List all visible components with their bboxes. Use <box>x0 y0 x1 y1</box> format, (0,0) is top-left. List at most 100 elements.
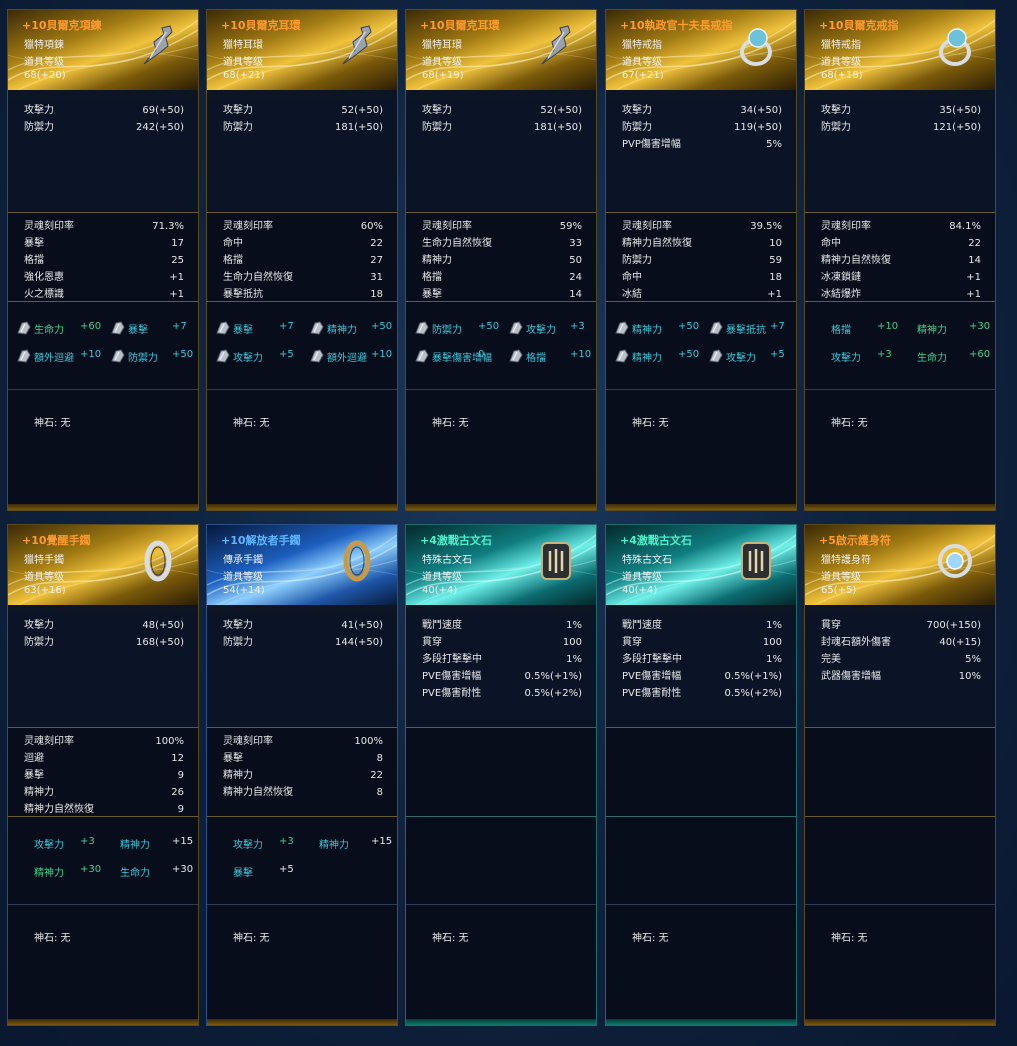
stat-value: 0.5%(+2%) <box>524 688 582 699</box>
soul-stat-value: 84.1% <box>949 221 981 232</box>
enchant-stat-value: +10 <box>80 349 102 360</box>
soul-stat-name: 精神力自然恢復 <box>622 238 692 249</box>
equipment-card[interactable]: +10貝爾克耳環 獵特耳環 道具等级 68(+21) 攻擊力 52(+50) 防禦力 181(… <box>206 9 398 511</box>
enchant-stat-value: +7 <box>770 321 785 332</box>
equipment-card[interactable]: +10貝爾克項鍊 獵特項鍊 道具等级 68(+20) 攻擊力 69(+50) 防禦力 242(… <box>7 9 199 511</box>
god-stone-label: 神石: 无 <box>632 418 669 429</box>
equipment-card[interactable]: +10執政官十夫長戒指 獵特戒指 道具等级 67(+21) 攻擊力 34(+50) 防禦力 1… <box>605 9 797 511</box>
stat-row: 防禦力 144(+50) <box>207 634 397 651</box>
equipment-card[interactable]: +4激戰古文石 特殊古文石 道具等级 40(+4) 戰鬥速度 1% 貫穿 100 多段打擊擊中 1… <box>605 524 797 1026</box>
card-footer-bar <box>207 504 397 510</box>
enchant-stones-section <box>805 817 995 905</box>
enchant-stones-section <box>606 817 796 905</box>
item-type: 獵特戒指 <box>821 40 861 51</box>
stat-value: 1% <box>566 620 582 631</box>
enchant-stat-name: 精神力 <box>34 868 64 879</box>
basic-stats-section: 攻擊力 35(+50) 防禦力 121(+50) <box>805 98 995 213</box>
soul-stat-name: 暴擊 <box>24 770 44 781</box>
header-divider <box>207 605 397 613</box>
soul-stat-row: 精神力 26 <box>8 784 198 801</box>
stat-name: 防禦力 <box>821 122 851 133</box>
soul-stat-row: 冰結 +1 <box>606 286 796 303</box>
soul-stat-value: +1 <box>169 272 184 283</box>
stat-name: 貫穿 <box>821 620 841 631</box>
soul-stat-name: 強化恩惠 <box>24 272 64 283</box>
enchant-stat-value: +30 <box>80 864 102 875</box>
enchant-stones-section: 防禦力 +50 攻擊力 +3 暴擊傷害增幅 0 格擋 +10 <box>406 302 596 390</box>
stat-name: 完美 <box>821 654 841 665</box>
item-name: +10執政官十夫長戒指 <box>620 19 733 32</box>
enchant-stone-icon <box>509 321 523 335</box>
soul-stat-value: 71.3% <box>152 221 184 232</box>
item-level-label: 道具等级 <box>622 57 662 68</box>
enchant-stones-section: 精神力 +50 暴擊抵抗 +7 精神力 +50 攻擊力 +5 <box>606 302 796 390</box>
stat-name: 攻擊力 <box>422 105 452 116</box>
equipment-card[interactable]: +5啟示護身符 獵特護身符 道具等级 65(+5) 貫穿 700(+150) 封魂石額外傷害… <box>804 524 996 1026</box>
soul-stat-value: 9 <box>177 770 184 781</box>
item-level-value: 40(+4) <box>422 585 458 596</box>
equipment-card[interactable]: +10覺醒手鐲 獵特手鐲 道具等级 63(+16) 攻擊力 48(+50) 防禦力 168(+… <box>7 524 199 1026</box>
enchant-stone-icon <box>216 349 230 363</box>
soul-stat-row: 命中 22 <box>207 235 397 252</box>
stat-name: PVE傷害增幅 <box>422 671 482 682</box>
stat-row: 貫穿 700(+150) <box>805 617 995 634</box>
item-header: +10執政官十夫長戒指 獵特戒指 道具等级 67(+21) <box>606 10 796 90</box>
item-name: +10貝爾克耳環 <box>221 19 301 32</box>
enchant-stat-value: +10 <box>877 321 899 332</box>
god-stone-section: 神石: 无 <box>8 390 198 510</box>
enchant-stat-name: 格擋 <box>526 353 546 364</box>
enchant-stat-name: 精神力 <box>120 840 150 851</box>
god-stone-section: 神石: 无 <box>406 390 596 510</box>
equipment-card[interactable]: +10解放者手鐲 傳承手鐲 道具等级 54(+14) 攻擊力 41(+50) 防禦力 144(… <box>206 524 398 1026</box>
rune-stone-icon <box>541 542 571 580</box>
enchant-stat-value: +5 <box>770 349 785 360</box>
enchant-stat-value: +30 <box>969 321 991 332</box>
enchant-stat-name: 防禦力 <box>128 353 158 364</box>
stat-row: PVE傷害增幅 0.5%(+1%) <box>406 668 596 685</box>
enchant-stone-icon <box>709 349 723 363</box>
soul-stat-name: 灵魂刻印率 <box>24 221 74 232</box>
stat-name: PVE傷害增幅 <box>622 671 682 682</box>
enchant-stat-name: 精神力 <box>632 325 662 336</box>
soul-stat-name: 灵魂刻印率 <box>223 221 273 232</box>
stat-row: 武器傷害增幅 10% <box>805 668 995 685</box>
enchant-stones-section: 生命力 +60 暴擊 +7 額外迴避 +10 防禦力 +50 <box>8 302 198 390</box>
god-stone-label: 神石: 无 <box>831 418 868 429</box>
equipment-card[interactable]: +4激戰古文石 特殊古文石 道具等级 40(+4) 戰鬥速度 1% 貫穿 100 多段打擊擊中 1… <box>405 524 597 1026</box>
soul-stat-row: 灵魂刻印率 71.3% <box>8 218 198 235</box>
stat-name: 貫穿 <box>422 637 442 648</box>
soul-stat-value: 60% <box>360 221 383 232</box>
soul-stat-row: 迴避 12 <box>8 750 198 767</box>
stat-row: PVP傷害增幅 5% <box>606 136 796 153</box>
soul-stat-name: 灵魂刻印率 <box>422 221 472 232</box>
item-level-value: 67(+21) <box>622 70 664 81</box>
item-header: +10貝爾克項鍊 獵特項鍊 道具等级 68(+20) <box>8 10 198 90</box>
enchant-stone-icon <box>216 321 230 335</box>
stat-value: 1% <box>566 654 582 665</box>
enchant-stat-name: 額外迴避 <box>34 353 74 364</box>
stat-row: 攻擊力 52(+50) <box>406 102 596 119</box>
enchant-stat-name: 精神力 <box>319 840 349 851</box>
equipment-card[interactable]: +10貝爾克耳環 獵特耳環 道具等级 68(+19) 攻擊力 52(+50) 防禦力 181(… <box>405 9 597 511</box>
stat-name: PVP傷害增幅 <box>622 139 681 150</box>
equipment-card[interactable]: +10貝爾克戒指 獵特戒指 道具等级 68(+18) 攻擊力 35(+50) 防禦力 121(… <box>804 9 996 511</box>
item-name: +4激戰古文石 <box>620 534 692 547</box>
enchant-stat-value: +50 <box>371 321 393 332</box>
basic-stats-section: 戰鬥速度 1% 貫穿 100 多段打擊擊中 1% PVE傷害增幅 0.5%(+1%) PVE傷害… <box>606 613 796 728</box>
god-stone-section: 神石: 无 <box>805 390 995 510</box>
god-stone-section: 神石: 无 <box>8 905 198 1025</box>
bracelet-icon <box>343 540 371 582</box>
enchant-stat-name: 攻擊力 <box>233 353 263 364</box>
stat-name: 攻擊力 <box>24 620 54 631</box>
stat-row: 防禦力 181(+50) <box>406 119 596 136</box>
stat-value: 144(+50) <box>335 637 383 648</box>
item-header: +10貝爾克耳環 獵特耳環 道具等级 68(+21) <box>207 10 397 90</box>
enchant-stat-value: +7 <box>172 321 187 332</box>
header-divider <box>805 605 995 613</box>
soul-stat-name: 冰凍鎖鏈 <box>821 272 861 283</box>
item-type: 傳承手鐲 <box>223 555 263 566</box>
enchant-stat-name: 暴擊 <box>233 325 253 336</box>
soul-stat-value: 50 <box>569 255 582 266</box>
soul-stat-value: 17 <box>171 238 184 249</box>
stat-value: 242(+50) <box>136 122 184 133</box>
